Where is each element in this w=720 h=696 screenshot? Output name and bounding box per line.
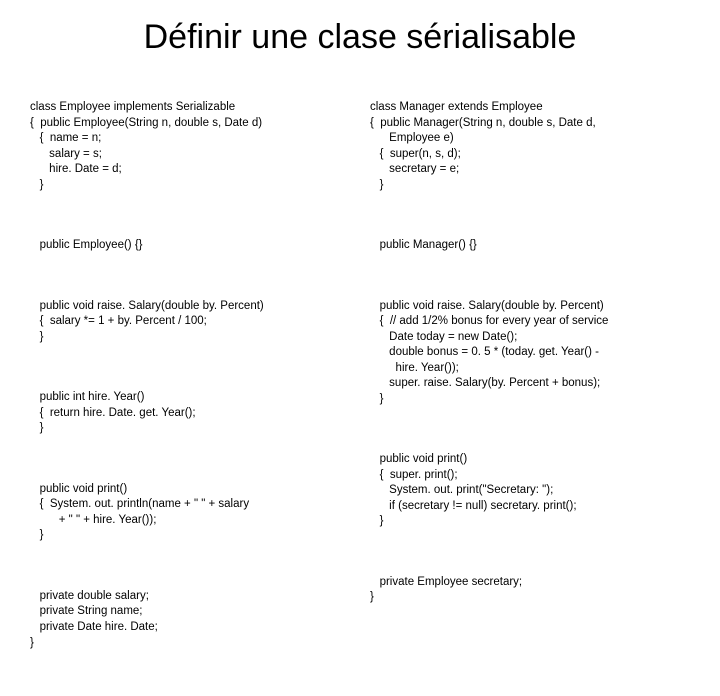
right-column: class Manager extends Employee { public … xyxy=(370,69,690,696)
code-block: private Employee secretary; } xyxy=(370,575,690,606)
code-columns: class Employee implements Serializable {… xyxy=(30,69,690,696)
code-block: public void print() { super. print(); Sy… xyxy=(370,452,690,530)
code-block: public Manager() {} xyxy=(370,238,690,254)
code-block: class Manager extends Employee { public … xyxy=(370,100,690,193)
slide: Définir une clase sérialisable class Emp… xyxy=(0,0,720,540)
code-block: class Employee implements Serializable {… xyxy=(30,100,350,193)
code-block: public int hire. Year() { return hire. D… xyxy=(30,390,350,437)
slide-title: Définir une clase sérialisable xyxy=(30,18,690,57)
code-block: public void print() { System. out. print… xyxy=(30,482,350,544)
code-block: private double salary; private String na… xyxy=(30,589,350,651)
code-block: public void raise. Salary(double by. Per… xyxy=(30,299,350,346)
left-column: class Employee implements Serializable {… xyxy=(30,69,350,696)
code-block: public void raise. Salary(double by. Per… xyxy=(370,299,690,408)
code-block: public Employee() {} xyxy=(30,238,350,254)
